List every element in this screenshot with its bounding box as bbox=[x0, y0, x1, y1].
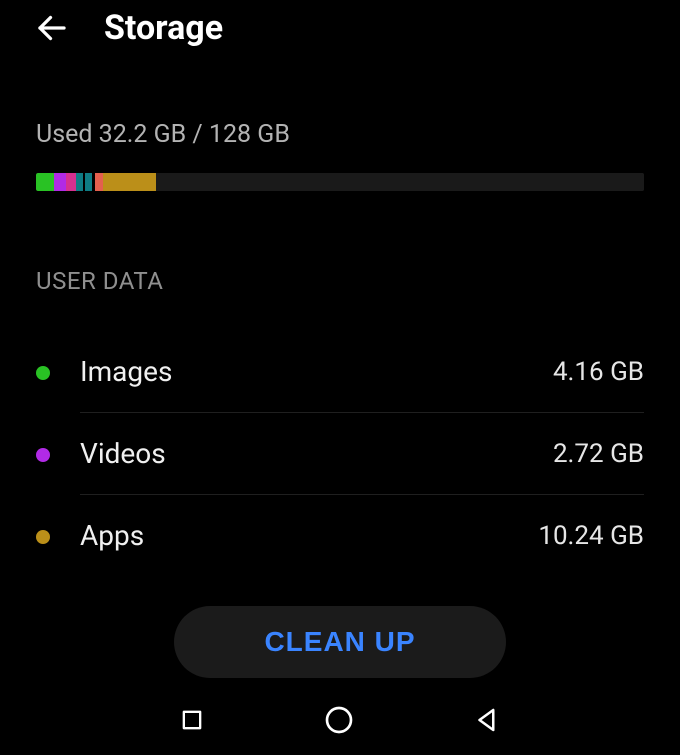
recent-apps-icon[interactable] bbox=[178, 706, 206, 734]
dot-icon bbox=[36, 448, 50, 462]
bar-seg-misc1 bbox=[66, 173, 75, 191]
dot-icon bbox=[36, 530, 50, 544]
category-row-videos[interactable]: Videos 2.72 GB bbox=[36, 413, 644, 494]
category-row-apps[interactable]: Apps 10.24 GB bbox=[36, 495, 644, 576]
category-label: Apps bbox=[80, 519, 538, 552]
home-icon[interactable] bbox=[323, 704, 355, 736]
category-label: Videos bbox=[80, 437, 553, 470]
bar-seg-misc3 bbox=[85, 173, 92, 191]
bar-seg-free bbox=[156, 173, 644, 191]
bar-seg-apps bbox=[103, 173, 156, 191]
bar-seg-videos bbox=[54, 173, 66, 191]
category-value: 2.72 GB bbox=[553, 439, 644, 469]
section-title: USER DATA bbox=[36, 267, 644, 295]
category-value: 4.16 GB bbox=[553, 357, 644, 387]
bar-seg-misc2 bbox=[76, 173, 83, 191]
nav-bar bbox=[0, 695, 680, 755]
dot-icon bbox=[36, 366, 50, 380]
page-title: Storage bbox=[104, 8, 223, 48]
storage-bar bbox=[36, 173, 644, 191]
usage-summary: Used 32.2 GB / 128 GB bbox=[36, 120, 644, 149]
category-label: Images bbox=[80, 355, 553, 388]
back-icon[interactable] bbox=[34, 10, 70, 46]
back-nav-icon[interactable] bbox=[472, 705, 502, 735]
category-value: 10.24 GB bbox=[538, 521, 644, 551]
clean-up-button[interactable]: CLEAN UP bbox=[174, 606, 505, 678]
category-row-images[interactable]: Images 4.16 GB bbox=[36, 331, 644, 412]
bar-seg-misc4 bbox=[95, 173, 103, 191]
bar-seg-images bbox=[36, 173, 54, 191]
